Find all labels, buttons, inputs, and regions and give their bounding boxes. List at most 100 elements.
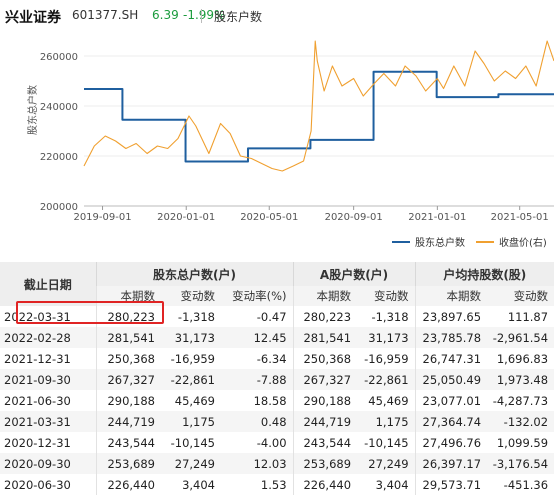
cell-value: 250,368 [292,348,358,369]
shareholder-chart[interactable]: 200000 220000 240000 260000 2019-09-01 2020-… [0,30,554,260]
legend-label: 股东总户数 [415,236,465,249]
table-row[interactable]: 2021-03-31 244,719 1,175 0.48 244,719 1,175 27… [0,411,554,432]
x-tick-label: 2020-05-01 [240,212,298,223]
cell-value: -4,287.73 [492,393,549,408]
y-tick-label: 220000 [40,152,78,163]
cell-value: -22,861 [161,369,221,390]
cell-value: -7.88 [221,369,294,390]
cell-value: 0.48 [221,411,294,432]
cell-date: 2020-12-31 [4,435,71,450]
cell-value: 29,573.71 [414,474,488,495]
cell-value: 27,496.76 [414,432,488,453]
subheader-total-current[interactable]: 本期数 [95,286,161,306]
shareholder-table-wrap: 截止日期 股东总户数(户) A股户数(户) 户均持股数(股) 本期数 变动数 变… [0,262,554,495]
cell-value: 280,223 [95,306,161,327]
cell-value: -16,959 [170,351,215,366]
shareholder-table: 截止日期 股东总户数(户) A股户数(户) 户均持股数(股) 本期数 变动数 变… [0,262,554,495]
cell-value: 243,544 [95,432,161,453]
subheader-a-change[interactable]: 变动数 [357,286,416,306]
y-axis-label: 股东总户数 [26,85,39,135]
cell-value: 244,719 [95,411,161,432]
cell-value: 45,469 [368,393,409,408]
y-tick-label: 260000 [40,52,78,63]
header-divider [201,9,202,23]
cell-value: -6.34 [256,351,287,366]
table-row[interactable]: 2022-02-28 281,541 31,173 12.45 281,541 31,17… [0,327,554,348]
cell-value: -451.36 [503,477,549,492]
cell-value: 26,747.31 [414,348,488,369]
cell-value: 23,077.01 [414,390,488,411]
cell-value: -4.00 [256,435,287,450]
table-row[interactable]: 2022-03-31 280,223 -1,318 -0.47 280,223 -1,31… [0,306,554,327]
table-row[interactable]: 2020-09-30 253,689 27,249 12.03 253,689 27,24… [0,453,554,474]
cell-value: 18.58 [253,393,287,408]
legend-label: 收盘价(右) [499,236,547,249]
cell-value: 27,249 [357,453,416,474]
cell-value: 12.45 [221,327,294,348]
cell-date: 2021-09-30 [0,369,96,390]
chart-legend: 股东总户数 收盘价(右) [392,236,547,249]
x-tick-label: 2019-09-01 [73,212,131,223]
cell-value: -10,145 [170,435,215,450]
cell-value: 250,368 [95,348,161,369]
subheader-total-rate[interactable]: 变动率(%) [221,286,294,306]
y-tick-label: 240000 [40,102,78,113]
cell-value: 290,188 [95,390,161,411]
tab-shareholder-count[interactable]: 股东户数 [214,8,262,25]
cell-value: -10,145 [364,435,409,450]
cell-date: 2020-06-30 [4,477,71,492]
cell-value: 27,364.74 [414,411,488,432]
cell-value: 281,541 [95,327,161,348]
cell-value: 253,689 [95,453,161,474]
stock-header: 兴业证券 601377.SH 6.39 -1.99% 股东户数 [0,0,554,30]
table-row[interactable]: 2021-12-31 250,368 -16,959 -6.34 250,368 -16,… [0,348,554,369]
stock-name[interactable]: 兴业证券 [5,7,61,27]
x-axis-ticks: 2019-09-01 2020-01-01 2020-05-01 2020-09-01… [73,206,549,223]
cell-value: 3,404 [375,477,409,492]
cell-value: 1,973.48 [487,369,554,390]
subheader-a-current[interactable]: 本期数 [292,286,358,306]
cell-value: -2,961.54 [487,327,554,348]
cell-value: 1,099.59 [496,435,549,450]
chart-gridlines [84,55,554,207]
cell-date: 2020-09-30 [0,453,96,474]
cell-value: 25,050.49 [414,369,488,390]
cell-value: 3,404 [182,477,215,492]
cell-value: -132.02 [487,411,554,432]
subheader-avg-current[interactable]: 本期数 [414,286,488,306]
cell-date: 2021-03-31 [0,411,96,432]
cell-value: 226,440 [95,474,161,495]
cell-value: 244,719 [292,411,358,432]
stock-price: 6.39 [152,8,179,22]
cell-value: 253,689 [292,453,358,474]
table-row[interactable]: 2021-09-30 267,327 -22,861 -7.88 267,327 -22,… [0,369,554,390]
cell-value: -0.47 [256,309,287,324]
cell-value: 23,785.78 [414,327,488,348]
stock-code: 601377.SH [72,8,139,22]
cell-value: 23,897.65 [414,306,488,327]
cell-value: 31,173 [357,327,416,348]
table-row[interactable]: 2020-12-31 243,544 -10,145 -4.00 243,544 -10,… [0,432,554,453]
cell-value: 281,541 [292,327,358,348]
cell-value: 1.53 [260,477,287,492]
cell-value: 267,327 [95,369,161,390]
table-row[interactable]: 2020-06-30 226,440 3,404 1.53 226,440 3,404 29… [0,474,554,495]
cell-date: 2022-03-31 [4,309,71,324]
cell-value: 243,544 [292,432,358,453]
header-total-holders: 股东总户数(户) [95,262,294,286]
cell-value: 267,327 [292,369,358,390]
cell-value: -3,176.54 [487,453,554,474]
cell-date: 2021-12-31 [4,351,71,366]
subheader-avg-change[interactable]: 变动数 [487,286,554,306]
header-date[interactable]: 截止日期 [0,262,96,306]
cell-value: 12.03 [221,453,294,474]
subheader-total-change[interactable]: 变动数 [161,286,221,306]
table-row[interactable]: 2021-06-30 290,188 45,469 18.58 290,188 45,46… [0,390,554,411]
x-tick-label: 2020-01-01 [157,212,215,223]
x-tick-label: 2020-09-01 [325,212,383,223]
header-a-share-holders: A股户数(户) [292,262,416,286]
cell-value: 280,223 [292,306,358,327]
cell-value: 27,249 [161,453,221,474]
table-body: 2022-03-31 280,223 -1,318 -0.47 280,223 -1,31… [0,306,554,495]
cell-value: 1,175 [357,411,416,432]
